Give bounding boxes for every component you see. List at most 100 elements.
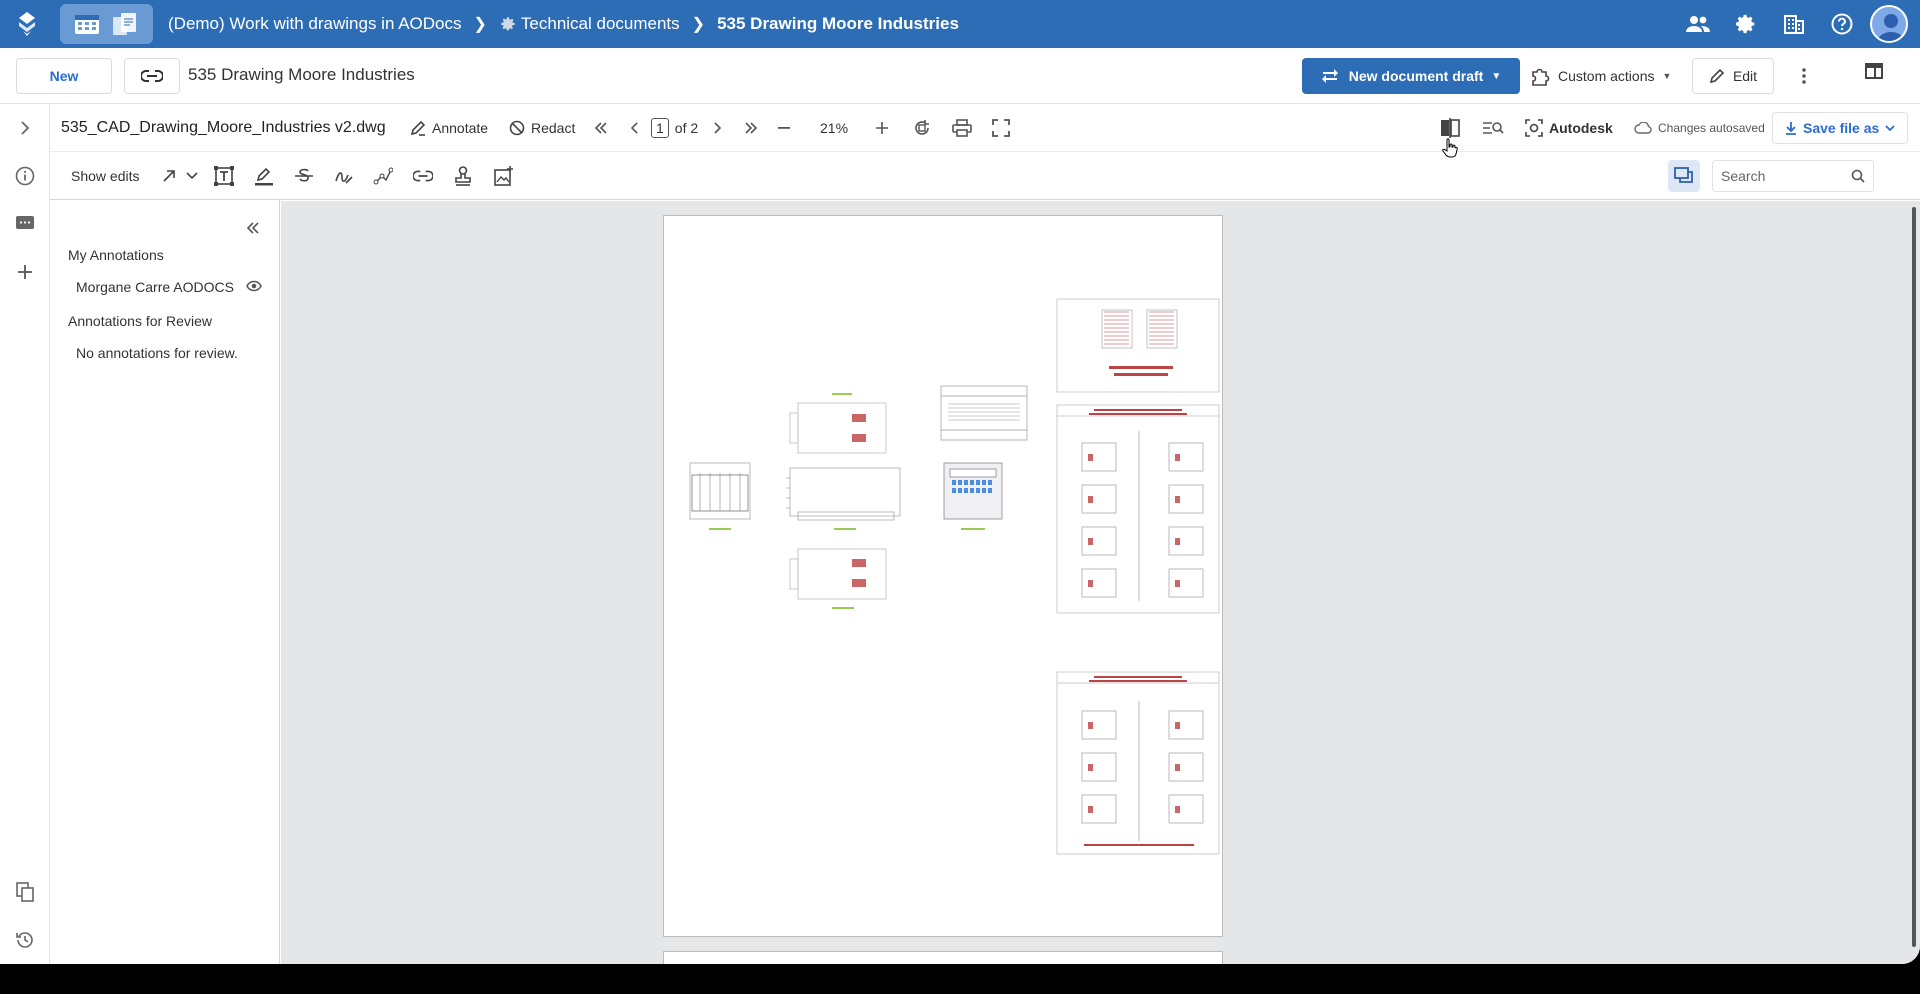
no-review-annotations-text: No annotations for review. (76, 345, 238, 361)
caret-down-icon: ▼ (1662, 71, 1672, 81)
label-block (940, 385, 1028, 441)
download-icon (1785, 121, 1797, 135)
wiring-panel-upper (1056, 404, 1220, 614)
add-icon[interactable] (0, 252, 50, 292)
previous-page-icon[interactable] (630, 104, 638, 152)
collapse-panel-icon[interactable] (246, 222, 260, 234)
autosave-label: Changes autosaved (1658, 121, 1765, 135)
swap-arrows-icon (1321, 68, 1339, 84)
breadcrumb: (Demo) Work with drawings in AODocs ❯ Te… (168, 0, 959, 48)
highlight-pen-icon[interactable] (254, 152, 274, 200)
my-annotations-heading: My Annotations (68, 247, 164, 263)
image-tool-icon[interactable] (494, 152, 514, 200)
strikethrough-icon[interactable] (294, 152, 314, 200)
annotations-panel: My Annotations Morgane Carre AODOCS Anno… (50, 200, 280, 964)
new-button[interactable]: New (16, 58, 112, 94)
document-header-bar: New 535 Drawing Moore Industries New doc… (0, 48, 1920, 104)
search-icon (1851, 169, 1865, 183)
chevron-down-icon[interactable] (186, 152, 198, 200)
autosave-status: Changes autosaved (1634, 104, 1765, 152)
redact-label: Redact (531, 120, 576, 136)
terminal-designation-block (1056, 298, 1220, 393)
redact-block-icon (509, 120, 525, 136)
file-name: 535_CAD_Drawing_Moore_Industries v2.dwg (61, 118, 386, 136)
search-input[interactable]: Search (1712, 160, 1874, 192)
freehand-icon[interactable] (334, 152, 354, 200)
custom-actions-label: Custom actions (1558, 68, 1655, 84)
aodocs-logo-icon[interactable] (0, 0, 54, 48)
info-icon[interactable] (0, 156, 50, 196)
show-edits-button[interactable]: Show edits (71, 152, 139, 200)
first-page-icon[interactable] (594, 104, 608, 152)
visibility-eye-icon[interactable] (246, 280, 262, 292)
redact-button[interactable]: Redact (509, 104, 575, 152)
arrow-tool-icon[interactable] (162, 152, 176, 200)
next-page-icon[interactable] (714, 104, 722, 152)
back-view (689, 462, 751, 520)
vertical-scrollbar[interactable] (1912, 207, 1916, 947)
custom-actions-menu[interactable]: Custom actions ▼ (1530, 58, 1671, 94)
copy-link-button[interactable] (124, 58, 180, 94)
building-icon[interactable] (1770, 0, 1818, 48)
save-file-as-button[interactable]: Save file as (1772, 112, 1909, 144)
help-icon[interactable] (1818, 0, 1866, 48)
fullscreen-icon[interactable] (992, 104, 1010, 152)
copy-icon[interactable] (0, 872, 50, 912)
annotate-pen-icon (410, 120, 426, 136)
documents-icon (111, 11, 139, 37)
app-switcher[interactable] (60, 4, 153, 44)
viewer-toolbar: 535_CAD_Drawing_Moore_Industries v2.dwg … (50, 104, 1920, 152)
search-placeholder: Search (1721, 168, 1766, 184)
last-page-icon[interactable] (744, 104, 758, 152)
gear-icon (499, 15, 517, 33)
comments-icon[interactable] (0, 204, 50, 244)
annotations-for-review-heading: Annotations for Review (68, 313, 212, 329)
print-icon[interactable] (952, 104, 972, 152)
expand-chevron-icon[interactable] (0, 108, 50, 148)
breadcrumb-library[interactable]: (Demo) Work with drawings in AODocs (168, 14, 462, 34)
save-file-as-label: Save file as (1803, 120, 1880, 136)
caret-down-icon: ▼ (1491, 70, 1502, 82)
annotate-button[interactable]: Annotate (410, 104, 488, 152)
zoom-level[interactable]: 21% (820, 104, 848, 152)
comments-panel-toggle-icon[interactable] (1668, 160, 1700, 192)
drawing-page-2 (663, 951, 1223, 964)
settings-gear-icon[interactable] (1722, 0, 1770, 48)
layout-toggle-icon[interactable] (1864, 62, 1884, 80)
document-canvas[interactable] (281, 201, 1920, 964)
user-avatar[interactable] (1870, 5, 1908, 43)
annotation-user-name[interactable]: Morgane Carre AODOCS (76, 279, 234, 295)
link-icon (141, 70, 163, 82)
edit-label: Edit (1732, 68, 1758, 84)
document-title: 535 Drawing Moore Industries (188, 65, 415, 84)
cad-drawing (689, 298, 1220, 855)
page-indicator: 1 of 2 (651, 104, 698, 152)
history-icon[interactable] (0, 920, 50, 960)
more-options-icon[interactable] (1792, 58, 1816, 94)
autodesk-button[interactable]: Autodesk (1525, 104, 1613, 152)
bottom-view (789, 548, 887, 600)
people-icon[interactable] (1674, 0, 1722, 48)
puzzle-icon (1530, 66, 1550, 86)
breadcrumb-folder[interactable]: Technical documents (521, 14, 680, 34)
cloud-check-icon (1634, 122, 1652, 134)
text-box-tool-icon[interactable] (213, 152, 235, 200)
edit-button[interactable]: Edit (1692, 58, 1774, 94)
polyline-tool-icon[interactable] (373, 152, 393, 200)
zoom-in-icon[interactable] (875, 104, 889, 152)
front-view (943, 462, 1003, 520)
stamp-tool-icon[interactable] (454, 152, 472, 200)
calendar-icon (74, 13, 100, 35)
link-tool-icon[interactable] (413, 152, 433, 200)
drawing-page (663, 215, 1223, 937)
new-document-draft-button[interactable]: New document draft ▼ (1302, 58, 1520, 94)
annotate-label: Annotate (432, 120, 489, 136)
zoom-out-icon[interactable] (778, 104, 790, 152)
annotation-toolbar: Show edits Search (50, 152, 1920, 200)
top-bar: (Demo) Work with drawings in AODocs ❯ Te… (0, 0, 1920, 48)
search-text-icon[interactable] (1482, 104, 1504, 152)
wiring-panel-lower (1056, 671, 1220, 855)
left-rail (0, 104, 50, 964)
current-page-input[interactable]: 1 (651, 118, 669, 138)
rotate-icon[interactable] (912, 104, 932, 152)
